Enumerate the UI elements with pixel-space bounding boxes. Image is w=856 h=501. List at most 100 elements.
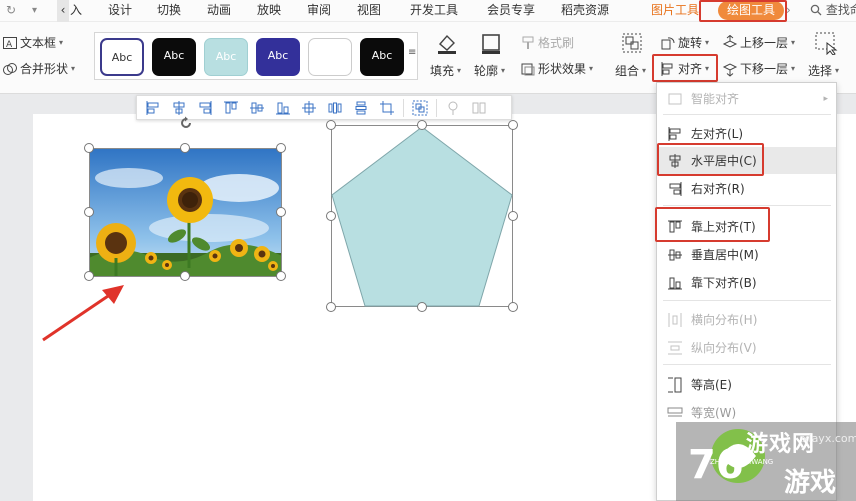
watermark-text-bottom: 游戏 <box>784 468 837 498</box>
shape-effects-button[interactable]: 形状效果 ▾ <box>520 60 593 77</box>
bring-forward-button[interactable]: 上移一层 ▾ <box>722 34 795 51</box>
smart-align-icon <box>668 93 682 105</box>
shape-effects-label: 形状效果 <box>538 62 587 76</box>
tab-member[interactable]: 会员专享 <box>487 0 535 22</box>
menu-center-horizontal[interactable]: 水平居中(C) <box>657 147 836 174</box>
rotate-label: 旋转 <box>678 36 703 50</box>
align-button[interactable]: 对齐 ▾ <box>660 60 709 77</box>
menu-same-height[interactable]: 等高(E) <box>657 371 836 398</box>
menu-same-width-label: 等宽(W) <box>691 406 737 420</box>
text-box-icon: A <box>3 36 17 50</box>
menu-center-vertical[interactable]: 垂直居中(M) <box>657 241 836 268</box>
outline-label: 轮廓 <box>474 64 499 78</box>
menu-divider <box>663 364 831 365</box>
quick-access-dropdown-icon[interactable]: ▾ <box>32 0 37 22</box>
fill-button[interactable]: 填充 ▾ <box>430 62 461 79</box>
qa-align-bottom-icon[interactable] <box>271 98 295 118</box>
qa-split-icon[interactable] <box>467 98 491 118</box>
menu-align-left[interactable]: 左对齐(L) <box>657 120 836 147</box>
tab-design[interactable]: 设计 <box>108 0 132 22</box>
distribute-vertical-icon <box>668 341 682 355</box>
image-handle-middle-right[interactable] <box>276 207 286 217</box>
pentagon-handle-top-middle[interactable] <box>417 120 427 130</box>
qa-crop-icon[interactable] <box>375 98 399 118</box>
menu-align-right[interactable]: 右对齐(R) <box>657 175 836 202</box>
pentagon-handle-top-left[interactable] <box>326 120 336 130</box>
qa-center-vertical-icon[interactable] <box>245 98 269 118</box>
rotate-button[interactable]: 旋转 ▾ <box>660 34 709 51</box>
format-brush-button[interactable]: 格式刷 <box>520 34 574 51</box>
center-horizontal-icon <box>669 154 681 168</box>
combine-icon[interactable] <box>620 31 644 55</box>
menu-align-bottom[interactable]: 靠下对齐(B) <box>657 269 836 296</box>
combine-label: 组合 <box>615 64 640 78</box>
tab-slideshow[interactable]: 放映 <box>257 0 281 22</box>
tab-docer-resources[interactable]: 稻壳资源 <box>561 0 609 22</box>
image-handle-bottom-right[interactable] <box>276 271 286 281</box>
watermark-pinyin: ZHAOYOUXIWANG <box>710 458 774 466</box>
menu-smart-align[interactable]: 智能对齐 ▸ <box>657 85 836 112</box>
qa-pin-icon[interactable] <box>441 98 465 118</box>
pentagon-handle-bottom-middle[interactable] <box>417 302 427 312</box>
style-swatch-navy[interactable]: Abc <box>256 38 300 76</box>
style-swatch-black-2[interactable]: Abc <box>360 38 404 76</box>
send-backward-button[interactable]: 下移一层 ▾ <box>722 60 795 77</box>
center-vertical-icon <box>668 249 682 261</box>
merge-shapes-button[interactable]: 合并形状 ▾ <box>2 60 75 77</box>
qa-distribute-horizontal-icon[interactable] <box>323 98 347 118</box>
pentagon-shape[interactable] <box>331 125 513 307</box>
qa-align-left-icon[interactable] <box>141 98 165 118</box>
qa-distribute-vertical-icon[interactable] <box>349 98 373 118</box>
tab-review[interactable]: 审阅 <box>307 0 331 22</box>
menu-align-top-label: 靠上对齐(T) <box>691 220 756 234</box>
qa-group-icon[interactable] <box>408 98 432 118</box>
tab-developer[interactable]: 开发工具 <box>410 0 458 22</box>
fill-icon[interactable] <box>435 31 459 55</box>
pentagon-handle-bottom-right[interactable] <box>508 302 518 312</box>
tab-insert[interactable]: 入 <box>70 0 82 22</box>
pentagon-handle-top-right[interactable] <box>508 120 518 130</box>
tab-scroll-right-icon[interactable]: › <box>786 0 791 22</box>
style-swatch-white[interactable]: Abc <box>100 38 144 76</box>
qa-center-horizontal-icon[interactable] <box>167 98 191 118</box>
outline-button[interactable]: 轮廓 ▾ <box>474 62 505 79</box>
tab-picture-tools[interactable]: 图片工具 <box>651 0 699 22</box>
select-button[interactable]: 选择 ▾ <box>808 62 839 79</box>
image-handle-bottom-middle[interactable] <box>180 271 190 281</box>
image-handle-top-middle[interactable] <box>180 143 190 153</box>
pentagon-handle-bottom-left[interactable] <box>326 302 336 312</box>
site-watermark-logo: 76 游戏网 xiayx.com ZHAOYOUXIWANG 游戏 <box>676 422 856 501</box>
menu-distribute-horizontal[interactable]: 横向分布(H) <box>657 306 836 333</box>
select-icon[interactable] <box>814 31 838 55</box>
combine-button[interactable]: 组合 ▾ <box>615 62 646 79</box>
style-gallery-more-icon[interactable]: ≡ <box>408 47 416 58</box>
tab-view[interactable]: 视图 <box>357 0 381 22</box>
rotate-handle-icon[interactable] <box>179 116 193 130</box>
style-swatch-black[interactable]: Abc <box>152 38 196 76</box>
style-swatch-light-teal[interactable]: Abc <box>204 38 248 76</box>
annotation-arrow-icon <box>42 285 124 342</box>
pentagon-handle-middle-left[interactable] <box>326 211 336 221</box>
menu-distribute-vertical[interactable]: 纵向分布(V) <box>657 334 836 361</box>
image-handle-middle-left[interactable] <box>84 207 94 217</box>
qa-align-right-icon[interactable] <box>193 98 217 118</box>
image-handle-top-left[interactable] <box>84 143 94 153</box>
format-brush-icon <box>522 36 534 49</box>
search-box[interactable]: 查找命 <box>810 0 856 22</box>
tab-transitions[interactable]: 切换 <box>157 0 181 22</box>
menu-align-bottom-label: 靠下对齐(B) <box>691 276 757 290</box>
menu-center-vertical-label: 垂直居中(M) <box>691 248 759 262</box>
tab-drawing-tools[interactable]: 绘图工具 <box>718 1 784 20</box>
style-swatch-blank[interactable] <box>308 38 352 76</box>
tab-animation[interactable]: 动画 <box>207 0 231 22</box>
qa-center-both-icon[interactable] <box>297 98 321 118</box>
tab-scroll-left-icon[interactable]: ‹ <box>57 0 69 22</box>
redo-icon[interactable]: ↻ <box>6 0 16 22</box>
text-box-button[interactable]: A 文本框 ▾ <box>2 34 63 51</box>
qa-align-top-icon[interactable] <box>219 98 243 118</box>
image-handle-top-right[interactable] <box>276 143 286 153</box>
shape-style-gallery: Abc Abc Abc Abc Abc ≡ <box>94 32 418 80</box>
pentagon-handle-middle-right[interactable] <box>508 211 518 221</box>
menu-align-top[interactable]: 靠上对齐(T) <box>657 213 836 240</box>
outline-icon[interactable] <box>479 31 503 55</box>
